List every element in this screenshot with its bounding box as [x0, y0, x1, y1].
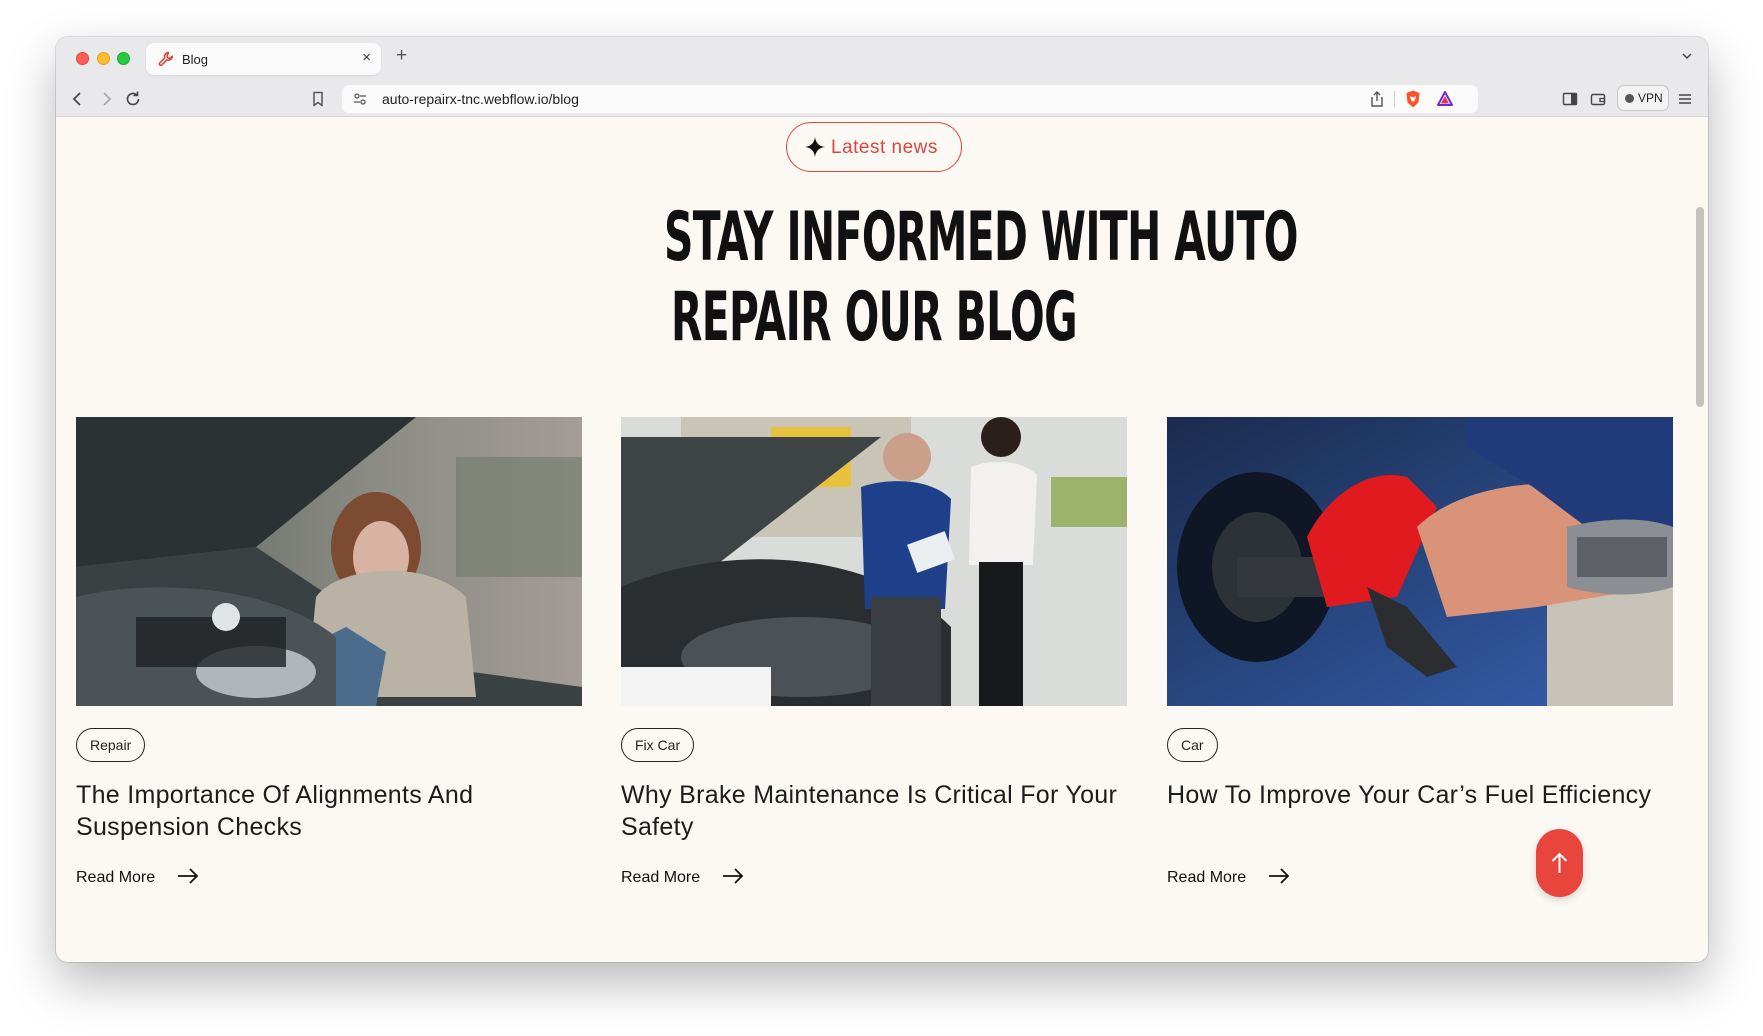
chevron-down-icon[interactable]	[1680, 49, 1694, 63]
post-image-car[interactable]	[1167, 417, 1673, 706]
minimize-window-button[interactable]	[97, 52, 110, 65]
fuel-nozzle-image	[1167, 417, 1673, 706]
brave-shield-icon[interactable]	[1403, 89, 1423, 109]
tag-fix-car[interactable]: Fix Car	[621, 728, 695, 762]
scroll-to-top-button[interactable]	[1536, 829, 1583, 897]
woman-car-engine-image	[76, 417, 582, 706]
page-title-line-1: STAY INFORMED WITH AUTO	[664, 198, 1298, 277]
address-bar[interactable]: auto-repairx-tnc.webflow.io/blog	[342, 85, 1478, 113]
forward-icon[interactable]	[97, 90, 115, 108]
post-title[interactable]: The Importance Of Alignments And Suspens…	[76, 779, 582, 843]
scrollbar-thumb[interactable]	[1696, 207, 1704, 407]
wrench-icon	[158, 51, 173, 67]
brave-rewards-icon[interactable]	[1436, 90, 1454, 108]
tag-repair[interactable]: Repair	[76, 728, 146, 762]
post-image-fix-car[interactable]	[621, 417, 1127, 706]
bookmark-icon[interactable]	[309, 90, 327, 108]
page-title-line-2: REPAIR OUR BLOG	[670, 278, 1078, 357]
post-image-repair[interactable]	[76, 417, 582, 706]
maximize-window-button[interactable]	[117, 52, 130, 65]
toolbar-divider	[1394, 91, 1395, 107]
vpn-label: VPN	[1638, 91, 1663, 105]
tag-car[interactable]: Car	[1167, 728, 1218, 762]
new-tab-icon[interactable]: +	[396, 46, 407, 66]
arrow-up-icon	[1551, 852, 1568, 873]
mechanic-customer-image	[621, 417, 1127, 706]
page-content: Latest news STAY INFORMED WITH AUTO REPA…	[56, 118, 1692, 962]
vpn-button[interactable]: VPN	[1617, 85, 1669, 111]
arrow-right-icon[interactable]	[176, 866, 200, 886]
reload-icon[interactable]	[124, 90, 142, 108]
hamburger-menu-icon[interactable]	[1676, 90, 1694, 108]
page-title: STAY INFORMED WITH AUTO REPAIR OUR BLOG	[664, 198, 1298, 358]
wallet-icon[interactable]	[1589, 90, 1607, 108]
tab-blog[interactable]: Blog ×	[146, 43, 381, 75]
post-title[interactable]: Why Brake Maintenance Is Critical For Yo…	[621, 779, 1127, 843]
browser-window: Blog × + auto-repairx-tnc.webflow.io/blo…	[56, 37, 1708, 962]
sparkle-icon	[805, 137, 825, 157]
post-title[interactable]: How To Improve Your Car’s Fuel Efficienc…	[1167, 779, 1673, 811]
close-tab-icon[interactable]: ×	[362, 50, 371, 66]
latest-news-badge: Latest news	[786, 122, 962, 172]
browser-toolbar: auto-repairx-tnc.webflow.io/blog VPN	[56, 81, 1708, 117]
close-window-button[interactable]	[76, 52, 89, 65]
arrow-right-icon[interactable]	[1267, 866, 1291, 886]
tab-strip: Blog × +	[56, 37, 1708, 81]
url-text: auto-repairx-tnc.webflow.io/blog	[382, 91, 579, 107]
badge-label: Latest news	[831, 137, 938, 158]
share-icon[interactable]	[1368, 90, 1386, 108]
back-icon[interactable]	[69, 90, 87, 108]
read-more-link[interactable]: Read More	[1167, 869, 1246, 887]
vpn-status-icon	[1625, 94, 1634, 103]
read-more-link[interactable]: Read More	[621, 869, 700, 887]
arrow-right-icon[interactable]	[721, 866, 745, 886]
read-more-link[interactable]: Read More	[76, 869, 155, 887]
site-settings-icon[interactable]	[352, 91, 368, 107]
sidebar-toggle-icon[interactable]	[1561, 90, 1579, 108]
tab-title: Blog	[182, 52, 209, 67]
